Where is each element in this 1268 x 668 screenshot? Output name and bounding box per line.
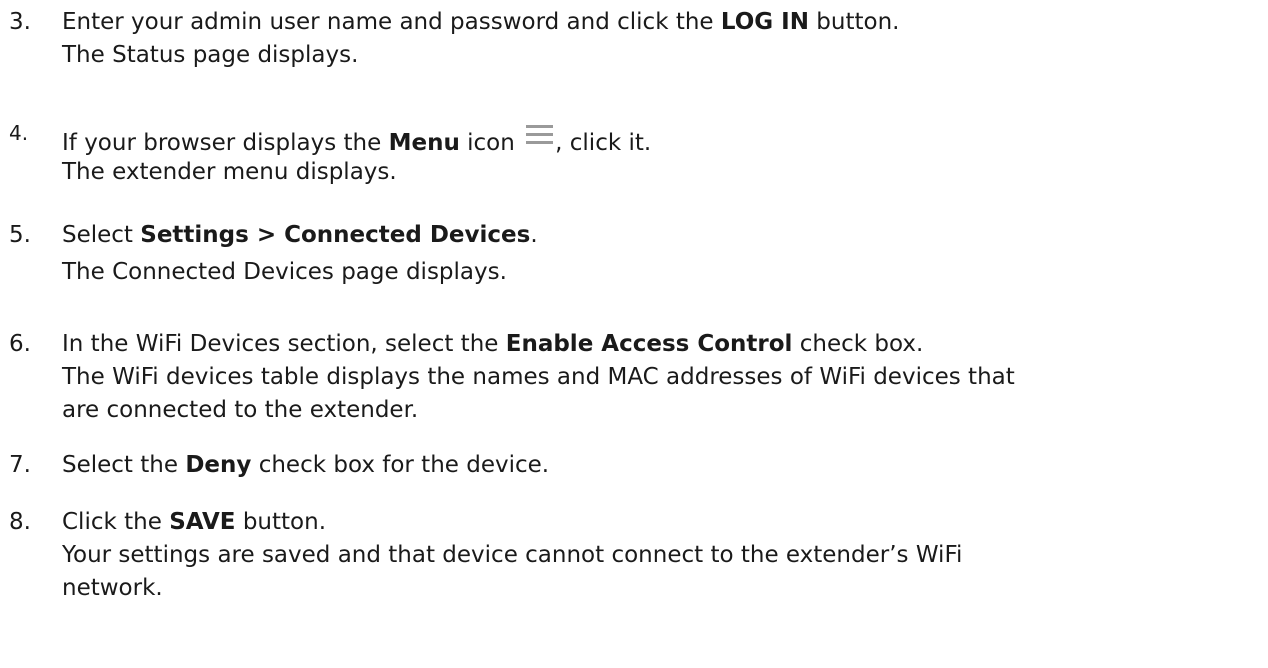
step-result: The Status page displays. xyxy=(62,42,359,68)
step-number: 7. xyxy=(9,452,31,478)
step-result: The Connected Devices page displays. xyxy=(62,259,507,285)
step-number: 4. xyxy=(9,121,29,145)
settings-path-label: Settings > Connected Devices xyxy=(140,222,531,248)
step-result: The extender menu displays. xyxy=(62,159,397,185)
step-result-continued: are connected to the extender. xyxy=(62,397,419,423)
step-number: 8. xyxy=(9,509,31,535)
step-instruction: Click the SAVE button. xyxy=(62,509,326,535)
menu-label: Menu xyxy=(388,130,460,156)
step-instruction: Select the Deny check box for the device… xyxy=(62,452,550,478)
step-number: 6. xyxy=(9,331,31,357)
step-instruction: In the WiFi Devices section, select the … xyxy=(62,331,924,357)
step-result: The WiFi devices table displays the name… xyxy=(62,364,1015,390)
log-in-label: LOG IN xyxy=(720,9,809,35)
step-instruction: If your browser displays the Menu icon ,… xyxy=(62,125,651,160)
menu-hamburger-icon xyxy=(526,125,554,146)
step-number: 5. xyxy=(9,222,31,248)
deny-label: Deny xyxy=(185,452,252,478)
step-result-continued: network. xyxy=(62,575,163,601)
step-number: 3. xyxy=(9,9,31,35)
save-label: SAVE xyxy=(169,509,236,535)
step-instruction: Enter your admin user name and password … xyxy=(62,9,900,35)
step-result: Your settings are saved and that device … xyxy=(62,542,963,568)
enable-access-control-label: Enable Access Control xyxy=(505,331,793,357)
step-instruction: Select Settings > Connected Devices. xyxy=(62,222,538,248)
